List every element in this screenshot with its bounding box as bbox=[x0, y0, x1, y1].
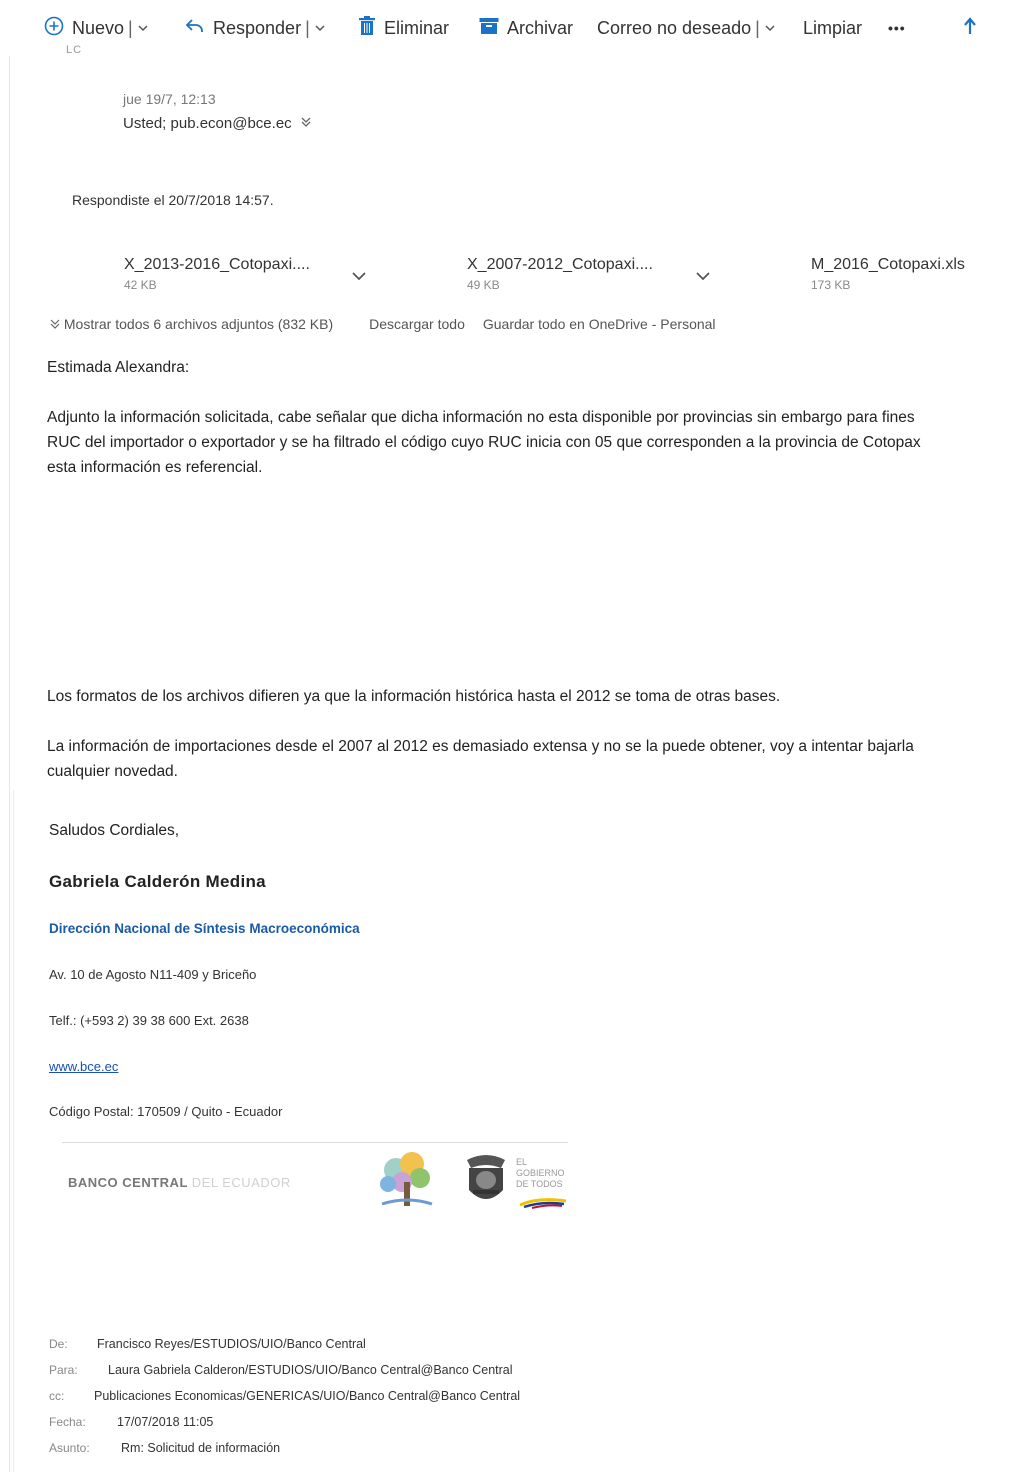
signature-divider bbox=[62, 1142, 568, 1143]
archive-box-icon bbox=[479, 17, 499, 40]
toolbar-divider: | bbox=[128, 17, 133, 38]
subject-value: Rm: Solicitud de información bbox=[121, 1441, 281, 1455]
page-left-border-inner bbox=[13, 790, 14, 1472]
gobierno-logo-text: EL GOBIERNO DE TODOS bbox=[516, 1157, 565, 1189]
bce-logo-faded: DEL ECUADOR bbox=[191, 1175, 291, 1190]
message-date: jue 19/7, 12:13 bbox=[123, 91, 216, 107]
chevron-down-icon[interactable] bbox=[314, 18, 326, 39]
junk-button-label: Correo no deseado bbox=[597, 17, 752, 38]
new-button[interactable]: Nuevo | bbox=[44, 14, 149, 42]
chevron-down-icon[interactable] bbox=[764, 18, 776, 39]
subject-label: Asunto: bbox=[49, 1441, 90, 1455]
signature-phone: Telf.: (+593 2) 39 38 600 Ext. 2638 bbox=[49, 1013, 249, 1028]
attachment-name: X_2007-2012_Cotopaxi.... bbox=[467, 256, 653, 273]
recipients-text: Usted; pub.econ@bce.ec bbox=[123, 115, 292, 132]
attachment-name: M_2016_Cotopaxi.xls bbox=[811, 256, 965, 273]
sender-initials-cut: LC bbox=[66, 44, 83, 56]
from-label: De: bbox=[49, 1337, 68, 1351]
gobierno-logo: EL GOBIERNO DE TODOS bbox=[516, 1157, 572, 1211]
toolbar-divider: | bbox=[755, 17, 760, 38]
reply-button[interactable]: Responder | bbox=[185, 14, 326, 42]
attachment-card[interactable]: X_2013-2016_Cotopaxi.... 42 KB bbox=[124, 256, 310, 292]
signature-name: Gabriela Calderón Medina bbox=[49, 872, 266, 891]
attachment-size: 42 KB bbox=[124, 278, 157, 292]
archive-button[interactable]: Archivar bbox=[479, 14, 573, 42]
chevron-down-icon[interactable] bbox=[352, 268, 366, 286]
plus-circle-icon bbox=[44, 16, 64, 41]
chevron-down-icon[interactable] bbox=[696, 268, 710, 286]
bce-logo: BANCO CENTRAL DEL ECUADOR bbox=[68, 1175, 291, 1190]
save-onedrive-link[interactable]: Guardar todo en OneDrive - Personal bbox=[483, 316, 716, 332]
sweep-button[interactable]: Limpiar bbox=[803, 14, 862, 42]
chevron-down-icon[interactable] bbox=[137, 18, 149, 39]
paragraph-line: La información de importaciones desde el… bbox=[47, 738, 914, 755]
to-value: Laura Gabriela Calderon/ESTUDIOS/UIO/Ban… bbox=[108, 1363, 513, 1377]
sweep-button-label: Limpiar bbox=[803, 17, 863, 38]
from-value: Francisco Reyes/ESTUDIOS/UIO/Banco Centr… bbox=[97, 1337, 366, 1351]
attachment-card[interactable]: M_2016_Cotopaxi.xls 173 KB bbox=[811, 256, 965, 292]
flag-swoosh-icon bbox=[519, 1198, 567, 1209]
date-label: Fecha: bbox=[49, 1415, 86, 1429]
closing: Saludos Cordiales, bbox=[49, 822, 180, 839]
greeting: Estimada Alexandra: bbox=[47, 359, 190, 376]
trash-icon bbox=[358, 15, 376, 41]
page-left-border bbox=[9, 0, 10, 1472]
signature-website-link[interactable]: www.bce.ec bbox=[49, 1059, 118, 1074]
reply-arrow-icon bbox=[185, 17, 205, 40]
cc-value: Publicaciones Economicas/GENERICAS/UIO/B… bbox=[94, 1389, 521, 1403]
attachment-size: 173 KB bbox=[811, 278, 851, 292]
arrow-up-icon bbox=[963, 16, 977, 40]
paragraph-line: Los formatos de los archivos difieren ya… bbox=[47, 688, 781, 705]
attachment-name: X_2013-2016_Cotopaxi.... bbox=[124, 256, 310, 273]
more-dots-icon: ••• bbox=[888, 20, 906, 36]
reply-button-label: Responder bbox=[213, 17, 302, 38]
signature-postal: Código Postal: 170509 / Quito - Ecuador bbox=[49, 1104, 283, 1119]
delete-button-label: Eliminar bbox=[384, 17, 450, 38]
more-actions-button[interactable]: ••• bbox=[888, 14, 906, 42]
archive-button-label: Archivar bbox=[507, 17, 574, 38]
toolbar-divider: | bbox=[305, 17, 310, 38]
cc-label: cc: bbox=[49, 1389, 65, 1403]
paragraph-line: cualquier novedad. bbox=[47, 763, 178, 780]
paragraph-line: Adjunto la información solicitada, cabe … bbox=[47, 409, 915, 426]
signature-department: Dirección Nacional de Síntesis Macroecon… bbox=[49, 921, 360, 936]
paragraph-line: RUC del importador o exportador y se ha … bbox=[47, 434, 921, 451]
to-label: Para: bbox=[49, 1363, 78, 1377]
double-chevron-down-icon[interactable] bbox=[300, 115, 312, 132]
tree-logo-icon bbox=[374, 1146, 440, 1212]
ecuador-seal-icon bbox=[461, 1150, 511, 1212]
delete-button[interactable]: Eliminar bbox=[358, 14, 449, 42]
double-chevron-down-icon bbox=[50, 319, 60, 329]
bce-logo-main: BANCO CENTRAL bbox=[68, 1175, 188, 1190]
signature-address: Av. 10 de Agosto N11-409 y Briceño bbox=[49, 967, 257, 982]
show-all-attachments-link[interactable]: Mostrar todos 6 archivos adjuntos (832 K… bbox=[50, 316, 351, 332]
scroll-up-button[interactable] bbox=[963, 14, 977, 42]
command-toolbar: Nuevo | Responder | Eliminar Archivar Co… bbox=[0, 0, 1011, 56]
message-recipients: Usted; pub.econ@bce.ec bbox=[123, 115, 312, 132]
attachment-actions: Mostrar todos 6 archivos adjuntos (832 K… bbox=[50, 316, 734, 332]
new-button-label: Nuevo bbox=[72, 17, 125, 38]
junk-button[interactable]: Correo no deseado | bbox=[597, 14, 776, 42]
download-all-link[interactable]: Descargar todo bbox=[369, 316, 465, 332]
attachment-size: 49 KB bbox=[467, 278, 500, 292]
show-all-label: Mostrar todos 6 archivos adjuntos (832 K… bbox=[63, 316, 334, 332]
replied-notice: Respondiste el 20/7/2018 14:57. bbox=[72, 192, 274, 208]
date-value: 17/07/2018 11:05 bbox=[117, 1415, 214, 1429]
paragraph-line: esta información es referencial. bbox=[47, 459, 263, 476]
attachment-card[interactable]: X_2007-2012_Cotopaxi.... 49 KB bbox=[467, 256, 653, 292]
